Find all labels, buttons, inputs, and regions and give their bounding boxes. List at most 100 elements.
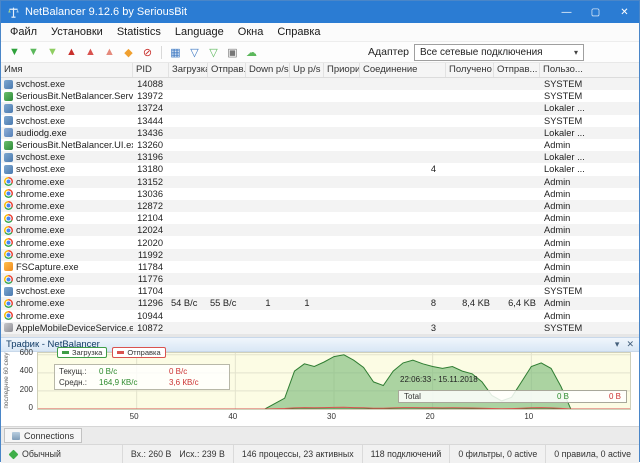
cell-user: Admin xyxy=(544,261,571,272)
priority-download-high-icon[interactable]: ▼ xyxy=(6,44,23,61)
adapter-label: Адаптер xyxy=(367,46,409,58)
table-row[interactable]: chrome.exe 13036 Admin xyxy=(1,188,639,200)
legend-download: Загрузка xyxy=(57,347,108,358)
priority-upload-normal-icon[interactable]: ▲ xyxy=(82,44,99,61)
cell-name: chrome.exe xyxy=(1,311,133,321)
legend-upload-label: Отправка xyxy=(127,348,161,357)
table-row[interactable]: FSCapture.exe 11784 Admin xyxy=(1,261,639,273)
cell-pid: 12872 xyxy=(137,200,163,211)
table-row[interactable]: AppleMobileDeviceService.exe 10872 3 SYSTEM xyxy=(1,321,639,334)
menu-item[interactable]: Справка xyxy=(270,23,327,41)
chrome-app-icon xyxy=(4,311,13,321)
y-tick-label: 400 xyxy=(19,366,33,376)
legend-upload: Отправка xyxy=(112,347,166,358)
priority-download-low-icon[interactable]: ▼ xyxy=(44,44,61,61)
column-header[interactable]: Получено xyxy=(446,63,494,77)
table-row[interactable]: chrome.exe 12872 Admin xyxy=(1,199,639,213)
cell-user: Admin xyxy=(544,298,571,309)
column-header[interactable]: Загрузка xyxy=(169,63,208,77)
close-button[interactable]: ✕ xyxy=(610,1,639,23)
close-panel-icon[interactable]: ✕ xyxy=(626,338,634,351)
cell-name: audiodg.exe xyxy=(1,128,133,138)
table-row[interactable]: chrome.exe 13152 Admin xyxy=(1,175,639,188)
column-header[interactable]: Отправ... xyxy=(494,63,540,77)
cell-name: chrome.exe xyxy=(1,189,133,199)
table-row[interactable]: chrome.exe 11992 Admin xyxy=(1,248,639,261)
table-row[interactable]: svchost.exe 13444 SYSTEM xyxy=(1,115,639,127)
table-row[interactable]: SeriousBit.NetBalancer.Servic... 13972 SYS… xyxy=(1,90,639,102)
column-header[interactable]: Down p/s xyxy=(246,63,290,77)
column-header[interactable]: Приори... xyxy=(324,63,360,77)
total-download-value: 0 В xyxy=(556,392,569,401)
menu-item[interactable]: Файл xyxy=(3,23,44,41)
traffic-chart-region: за последние 60 секунд 600 400 200 0 Загруз… xyxy=(1,347,639,426)
block-icon[interactable]: ⊘ xyxy=(139,44,156,61)
svchost-app-icon xyxy=(4,103,13,113)
table-row[interactable]: chrome.exe 12104 Admin xyxy=(1,212,639,224)
menu-item[interactable]: Окна xyxy=(231,23,271,41)
svchost-app-icon xyxy=(4,152,13,162)
column-header[interactable]: PID xyxy=(133,63,169,77)
toolbar-separator xyxy=(161,45,162,59)
cell-pid: 11704 xyxy=(137,286,163,297)
menu-item[interactable]: Language xyxy=(168,23,231,41)
cell-user: SYSTEM xyxy=(544,286,583,297)
adapter-area: Адаптер Все сетевые подключения ▾ xyxy=(367,43,584,61)
priority-upload-high-icon[interactable]: ▲ xyxy=(63,44,80,61)
mode-label: Обычный xyxy=(22,449,61,459)
priority-upload-low-icon[interactable]: ▲ xyxy=(101,44,118,61)
table-row[interactable]: svchost.exe 14088 SYSTEM xyxy=(1,78,639,91)
table-row[interactable]: audiodg.exe 13436 Lokaler ... xyxy=(1,126,639,139)
cell-user: Lokaler ... xyxy=(544,164,585,175)
table-row[interactable]: chrome.exe 12020 Admin xyxy=(1,236,639,248)
y-tick-label: 200 xyxy=(19,384,33,394)
column-header[interactable]: Up p/s xyxy=(290,63,324,77)
table-row[interactable]: SeriousBit.NetBalancer.UI.exe 13260 Admin xyxy=(1,139,639,151)
y-tick-label: 0 xyxy=(28,402,33,412)
minimize-button[interactable]: — xyxy=(552,1,581,23)
maximize-button[interactable]: ▢ xyxy=(581,1,610,23)
priority-download-normal-icon[interactable]: ▼ xyxy=(25,44,42,61)
chart-plot[interactable]: Текущ.: 0 В/с 0 В/с Средн.: 164,9 КВ/с 3… xyxy=(37,352,631,410)
cell-down_ps: 1 xyxy=(265,298,271,309)
column-header[interactable]: Отправ... xyxy=(208,63,246,77)
filters-icon[interactable]: ▽ xyxy=(186,44,203,61)
table-row[interactable]: chrome.exe 11776 Admin xyxy=(1,273,639,286)
tab-connections[interactable]: Connections xyxy=(4,428,83,443)
cell-name: AppleMobileDeviceService.exe xyxy=(1,323,133,333)
mode-selector[interactable]: Обычный xyxy=(1,445,70,463)
column-header[interactable]: Соединение xyxy=(360,63,446,77)
mode-icon xyxy=(8,449,19,459)
sync-icon[interactable]: ☁ xyxy=(243,44,260,61)
table-row[interactable]: chrome.exe 12024 Admin xyxy=(1,224,639,237)
panels-icon[interactable]: ▣ xyxy=(224,44,241,61)
traffic-stats-box: Текущ.: 0 В/с 0 В/с Средн.: 164,9 КВ/с 3… xyxy=(54,364,230,390)
traffic-panel-icons: ▾ ✕ xyxy=(615,338,634,351)
cell-name: svchost.exe xyxy=(1,103,133,113)
cell-name: SeriousBit.NetBalancer.UI.exe xyxy=(1,140,133,150)
table-row[interactable]: svchost.exe 11704 SYSTEM xyxy=(1,285,639,297)
column-header[interactable]: Имя xyxy=(1,63,133,77)
netbalancer-app-icon xyxy=(4,140,13,150)
column-header[interactable]: Пользо... xyxy=(540,63,640,77)
table-row[interactable]: svchost.exe 13724 Lokaler ... xyxy=(1,102,639,115)
cell-user: Admin xyxy=(544,310,571,321)
adapter-select[interactable]: Все сетевые подключения ▾ xyxy=(414,43,584,61)
menu-item[interactable]: Statistics xyxy=(110,23,168,41)
cell-user: SYSTEM xyxy=(544,322,583,333)
table-row[interactable]: chrome.exe 10944 Admin xyxy=(1,310,639,322)
rules-icon[interactable]: ▽ xyxy=(205,44,222,61)
menu-item[interactable]: Установки xyxy=(44,23,110,41)
chart-tooltip-timestamp: 22:06:33 - 15.11.2018 xyxy=(400,375,478,384)
table-row[interactable]: svchost.exe 13180 4 Lokaler ... xyxy=(1,163,639,175)
x-tick-label: 50 xyxy=(129,412,139,421)
x-tick-label: 20 xyxy=(425,412,435,421)
show-traffic-chart-icon[interactable]: ▦ xyxy=(167,44,184,61)
cell-received: 8,4 KB xyxy=(462,298,490,309)
table-row[interactable]: chrome.exe 11296 54 В/с 55 В/с 1 1 8 8,4 KB 6,4 … xyxy=(1,297,639,310)
x-axis-labels: 50 40 30 20 10 xyxy=(37,412,631,424)
table-row[interactable]: svchost.exe 13196 Lokaler ... xyxy=(1,151,639,164)
window-title: NetBalancer 9.12.6 by SeriousBit xyxy=(25,6,188,18)
pin-icon[interactable]: ▾ xyxy=(615,338,620,351)
limit-icon[interactable]: ◆ xyxy=(120,44,137,61)
